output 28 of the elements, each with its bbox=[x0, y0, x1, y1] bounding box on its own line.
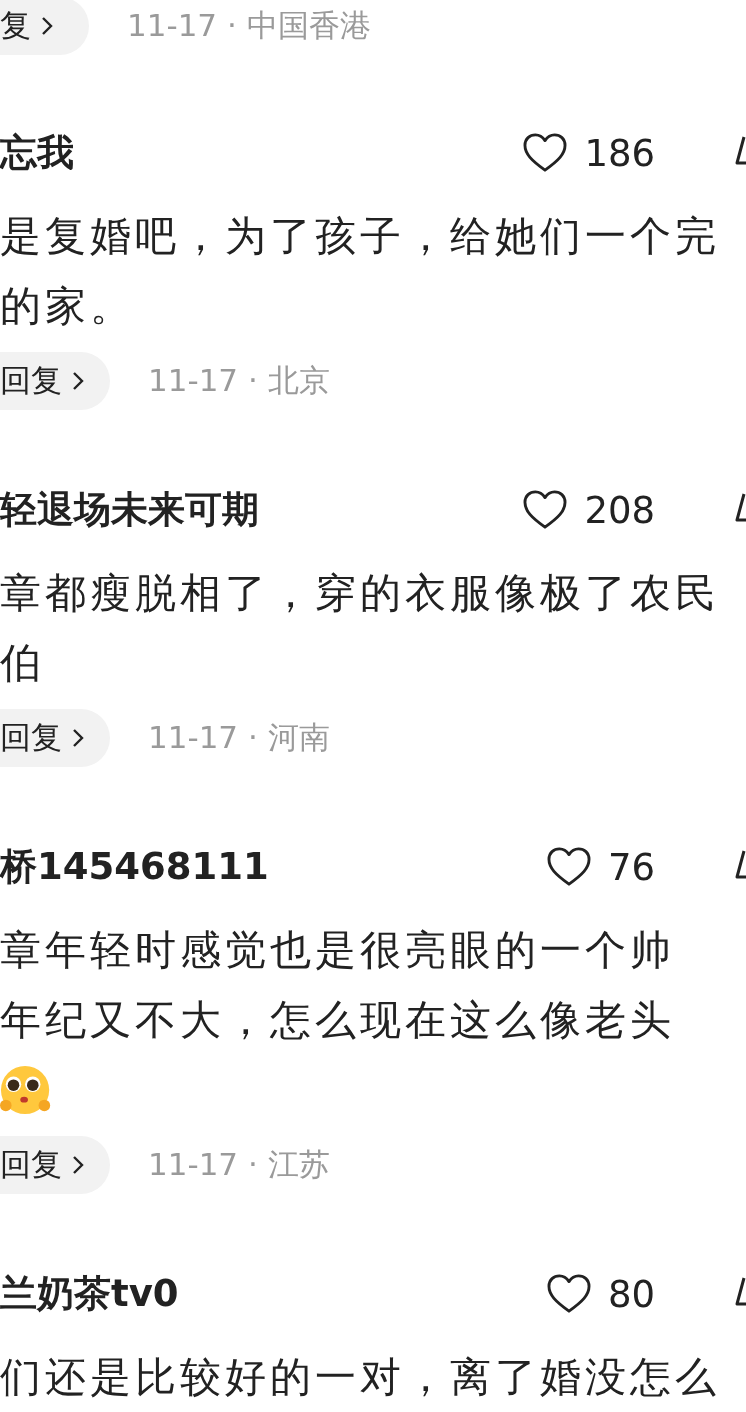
heart-icon[interactable] bbox=[545, 846, 592, 888]
comment-date: 11-17 · 中国香港 bbox=[127, 6, 371, 45]
comment-text: 们还是比较好的一对，离了婚没怎么 bbox=[0, 1352, 721, 1403]
chevron-icon bbox=[72, 728, 84, 748]
reply-button[interactable]: 回复 bbox=[0, 1136, 110, 1194]
username: 兰奶茶tv0 bbox=[0, 1271, 180, 1317]
reply-button[interactable]: 复 bbox=[0, 0, 89, 55]
chevron-icon bbox=[72, 371, 84, 391]
comment-text: 的家。 bbox=[0, 281, 136, 332]
comment-text: 章都瘦脱相了，穿的衣服像极了农民 bbox=[0, 568, 721, 619]
heart-icon[interactable] bbox=[522, 489, 569, 531]
comment-text: 伯 bbox=[0, 638, 46, 689]
like-count: 208 bbox=[584, 488, 655, 532]
comment-text: 年纪又不大，怎么现在这么像老头 bbox=[0, 995, 676, 1046]
comment-text: 是复婚吧，为了孩子，给她们一个完 bbox=[0, 211, 721, 262]
reply-button[interactable]: 回复 bbox=[0, 709, 110, 767]
chevron-icon bbox=[72, 1155, 84, 1175]
like-count: 76 bbox=[607, 845, 655, 889]
like-count: 80 bbox=[607, 1272, 655, 1316]
comment-text: 章年轻时感觉也是很亮眼的一个帅 bbox=[0, 925, 676, 976]
heart-icon[interactable] bbox=[522, 132, 569, 174]
like-count: 186 bbox=[584, 131, 655, 175]
comment-date: 11-17 · 江苏 bbox=[148, 1145, 330, 1184]
chevron-icon bbox=[41, 16, 53, 36]
comment-date: 11-17 · 河南 bbox=[148, 718, 330, 757]
heart-icon[interactable] bbox=[545, 1273, 592, 1315]
reply-button[interactable]: 回复 bbox=[0, 352, 110, 410]
comment-date: 11-17 · 北京 bbox=[148, 361, 330, 400]
